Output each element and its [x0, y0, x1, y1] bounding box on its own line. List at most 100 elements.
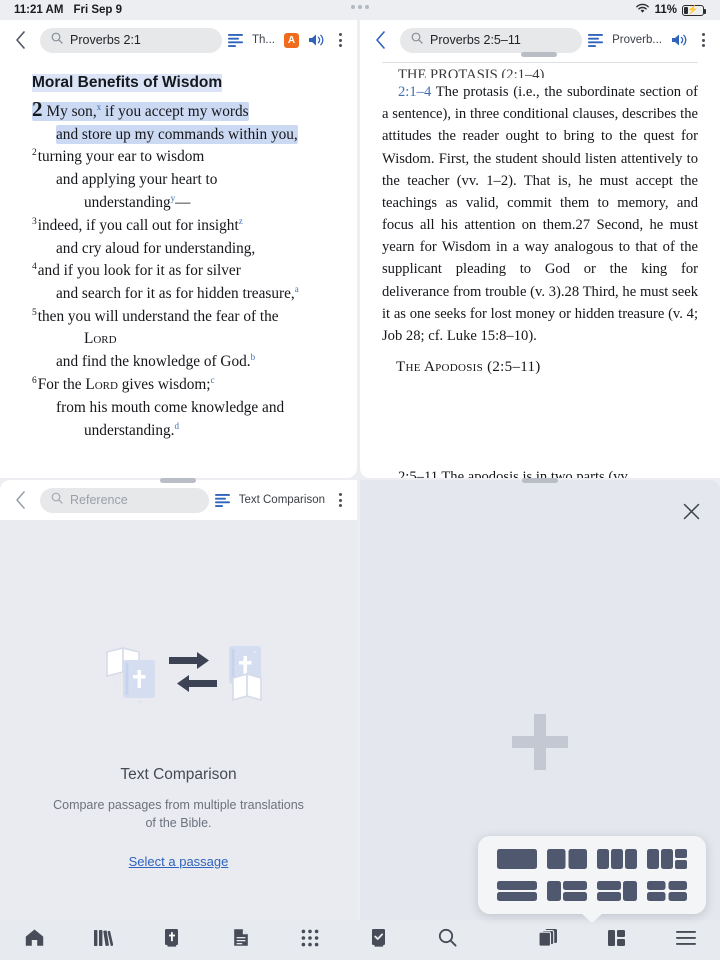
speaker-icon[interactable] [671, 33, 688, 47]
reference-search-input[interactable]: Reference [40, 487, 209, 513]
toolbar-actions-top-right: Proverb... [588, 31, 710, 49]
text-comparison-empty-state: Text Comparison Compare passages from mu… [0, 520, 357, 920]
back-button[interactable] [6, 26, 34, 54]
bible-text-content[interactable]: Moral Benefits of Wisdom 2 My son,x if yo… [0, 60, 357, 478]
nav-panels[interactable]: 3 [513, 920, 582, 960]
layout-1-full[interactable] [496, 847, 538, 871]
verse-text: understanding [84, 193, 171, 211]
divider [382, 62, 698, 63]
panel-count-badge: 3 [545, 937, 550, 947]
status-time: 11:21 AM [14, 4, 64, 16]
resource-label[interactable]: Th... [252, 34, 275, 46]
nav-documents[interactable] [207, 920, 276, 960]
text-format-icon[interactable] [227, 33, 243, 47]
layout-3-col-split[interactable] [646, 847, 688, 871]
pane-grabber-top-right[interactable] [521, 52, 557, 57]
commentary-content[interactable]: THE PROTASIS (2:1–4) 2:1–4 The protasis … [360, 60, 720, 478]
verse-line[interactable]: and search for it as for hidden treasure… [22, 283, 339, 305]
reference-value: Proverbs 2:5–11 [430, 33, 521, 47]
layout-quad[interactable] [646, 879, 688, 903]
back-button[interactable] [366, 26, 394, 54]
verse-reference[interactable]: 2:1–4 [398, 84, 431, 100]
paragraph-body: The protasis (i.e., the subordinate sect… [382, 84, 698, 344]
verse-text-cont: if you accept my words [101, 103, 249, 120]
text-format-icon[interactable] [588, 33, 604, 47]
layout-left-split[interactable] [546, 879, 588, 903]
verse-line[interactable]: and store up my commands within you, [22, 124, 339, 146]
verse-text-cont: — [175, 193, 191, 211]
footnote-marker[interactable]: c [211, 375, 215, 385]
back-button[interactable] [6, 486, 34, 514]
wifi-icon [635, 3, 650, 17]
verse-line[interactable]: and cry aloud for understanding, [22, 238, 339, 260]
verse-line[interactable]: Lord [22, 328, 339, 350]
pane-grabber-bottom-left[interactable] [160, 478, 196, 483]
footnote-marker[interactable]: d [175, 421, 180, 431]
layout-2-columns[interactable] [546, 847, 588, 871]
multitasking-dots[interactable] [351, 5, 369, 9]
layout-popover [478, 836, 706, 914]
cut-line-bottom: 2:5–11 The apodosis is in two parts (vv. [398, 469, 631, 478]
nav-bible[interactable] [138, 920, 207, 960]
status-bar: 11:21 AM Fri Sep 9 11% ⚡ [0, 0, 720, 20]
verse-line[interactable]: from his mouth come knowledge and [22, 397, 339, 419]
kebab-menu-icon[interactable] [334, 491, 347, 509]
verse-line[interactable]: understandingy— [22, 192, 339, 214]
translation-badge[interactable]: A [284, 32, 299, 48]
layout-2-rows[interactable] [496, 879, 538, 903]
grid-apps-icon [301, 929, 319, 952]
verse-line[interactable]: and applying your heart to [22, 169, 339, 191]
layout-right-split[interactable] [596, 879, 638, 903]
text-format-icon[interactable] [214, 493, 230, 507]
nav-reading-plans[interactable] [345, 920, 414, 960]
nav-layout[interactable] [582, 920, 651, 960]
verse-line[interactable]: 2 My son,x if you accept my words [22, 99, 339, 123]
resource-label[interactable]: Text Comparison [239, 494, 325, 506]
verse-line[interactable]: 2turning your ear to wisdom [22, 146, 339, 168]
verse-line[interactable]: understanding.d [22, 420, 339, 442]
search-icon [51, 491, 63, 509]
verse-line[interactable]: 4and if you look for it as for silver [22, 260, 339, 282]
kebab-menu-icon[interactable] [334, 31, 347, 49]
footnote-marker[interactable]: z [239, 216, 243, 226]
speaker-icon[interactable] [308, 33, 325, 47]
pane-bottom-left-text-comparison: Reference Text Comparison Text Compariso… [0, 480, 357, 920]
nav-library[interactable] [69, 920, 138, 960]
verse-line[interactable]: 3indeed, if you call out for insightz [22, 215, 339, 237]
footnote-marker[interactable]: b [251, 352, 256, 362]
nav-search[interactable] [413, 920, 482, 960]
verse-text: My son, [46, 103, 97, 120]
search-icon [51, 31, 63, 49]
nav-home[interactable] [0, 920, 69, 960]
footnote-marker[interactable]: a [295, 284, 299, 294]
verse-number: 5 [32, 307, 37, 318]
pane-top-left-bible: Proverbs 2:1 Th... A Moral Benefits of W… [0, 20, 357, 478]
reference-search-input[interactable]: Proverbs 2:5–11 [400, 27, 583, 53]
battery-percent: 11% [654, 4, 677, 16]
battery-charging-icon: ⚡ [682, 4, 707, 16]
verse-number: 3 [32, 216, 37, 227]
layout-3-columns[interactable] [596, 847, 638, 871]
verse-text: then you will understand the fear of the [37, 307, 279, 325]
plus-icon[interactable] [510, 712, 570, 772]
close-icon[interactable] [678, 498, 704, 524]
passage-heading: Moral Benefits of Wisdom [32, 74, 223, 92]
resource-label[interactable]: Proverb... [612, 34, 662, 46]
select-passage-link[interactable]: Select a passage [129, 854, 229, 869]
verse-line[interactable]: and find the knowledge of God.b [22, 351, 339, 373]
reference-placeholder: Reference [70, 493, 128, 507]
kebab-menu-icon[interactable] [697, 31, 710, 49]
empty-state-subtitle: Compare passages from multiple translati… [53, 798, 304, 831]
dot [365, 5, 369, 9]
nav-apps[interactable] [276, 920, 345, 960]
cut-heading-top: THE PROTASIS (2:1–4) [398, 67, 545, 78]
nav-menu[interactable] [651, 920, 720, 960]
home-icon [24, 928, 45, 952]
document-icon [233, 928, 249, 952]
reference-search-input[interactable]: Proverbs 2:1 [40, 27, 222, 53]
verse-line[interactable]: 6For the Lord gives wisdom;c [22, 374, 339, 396]
pane-grabber-bottom-right[interactable] [522, 478, 558, 483]
verse-line[interactable]: 5then you will understand the fear of th… [22, 306, 339, 328]
status-date: Fri Sep 9 [73, 4, 123, 16]
checkbook-icon [371, 928, 387, 952]
